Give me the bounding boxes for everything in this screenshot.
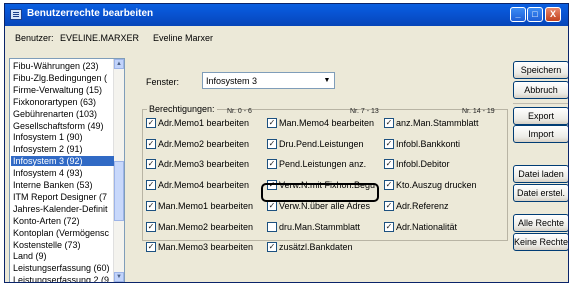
- close-button[interactable]: X: [545, 7, 561, 22]
- checkmark-icon[interactable]: ✓: [384, 159, 394, 170]
- separator: [513, 103, 568, 104]
- checkmark-icon[interactable]: ✓: [384, 138, 394, 149]
- highlight-marker: [261, 183, 379, 202]
- scroll-down-arrow-icon[interactable]: ▼: [114, 272, 124, 282]
- list-item[interactable]: Gebührenarten (103): [13, 109, 97, 119]
- load-file-button[interactable]: Datei laden: [513, 165, 568, 183]
- import-button[interactable]: Import: [513, 125, 568, 143]
- user-login: EVELINE.MARXER: [60, 33, 140, 43]
- permission-label: Adr.Memo3 bearbeiten: [158, 159, 250, 170]
- list-item[interactable]: Land (9): [13, 251, 47, 261]
- list-item[interactable]: Interne Banken (53): [13, 180, 93, 190]
- scroll-up-arrow-icon[interactable]: ▲: [114, 59, 124, 69]
- fenster-select[interactable]: Infosystem 3 ▼: [202, 72, 335, 89]
- permission-label: Man.Memo2 bearbeiten: [158, 221, 254, 232]
- permission-label: Adr.Memo1 bearbeiten: [158, 118, 250, 128]
- checkmark-icon[interactable]: ✓: [384, 118, 394, 128]
- list-item[interactable]: Fibu-Währungen (23): [13, 61, 99, 71]
- user-fullname: Eveline Marxer: [153, 33, 214, 43]
- list-scrollbar[interactable]: ▲ ▼: [113, 59, 124, 282]
- permission-label: dru.Man.Stammblatt: [279, 221, 361, 232]
- list-item[interactable]: Leistungserfassung (60): [13, 263, 110, 273]
- permission-label: anz.Man.Stammblatt: [396, 118, 479, 128]
- user-value: EVELINE.MARXER Eveline Marxer: [57, 30, 357, 45]
- range-label-2: Nr. 7 - 13: [350, 108, 379, 115]
- permission-label: zusätzl.Bankdaten: [279, 242, 353, 253]
- range-label-3: Nr. 14 - 19: [462, 108, 495, 115]
- list-item[interactable]: Fixkonorartypen (63): [13, 97, 96, 107]
- main-window: Benutzerrechte bearbeiten _ □ X Benutzer…: [4, 3, 569, 283]
- permission-label: Infobl.Debitor: [396, 159, 450, 170]
- maximize-button[interactable]: □: [527, 7, 543, 22]
- checkmark-icon[interactable]: ✓: [146, 221, 156, 232]
- permission-label: Dru.Pend.Leistungen: [279, 138, 364, 149]
- checkmark-icon[interactable]: ✓: [146, 118, 156, 128]
- save-button[interactable]: Speichern: [513, 61, 568, 79]
- permission-label: Man.Memo1 bearbeiten: [158, 200, 254, 211]
- fenster-label: Fenster:: [146, 77, 180, 87]
- create-file-button[interactable]: Datei erstel.: [513, 184, 568, 202]
- checkmark-icon[interactable]: ✓: [146, 138, 156, 149]
- export-button[interactable]: Export: [513, 107, 568, 125]
- checkmark-icon[interactable]: ✓: [267, 138, 277, 149]
- permission-label: Adr.Memo2 bearbeiten: [158, 138, 250, 149]
- list-item[interactable]: Firme-Verwaltung (15): [13, 85, 102, 95]
- permission-label: Man.Memo3 bearbeiten: [158, 242, 254, 253]
- app-icon: [10, 9, 22, 20]
- user-label: Benutzer:: [15, 33, 54, 43]
- list-item[interactable]: Infosystem 2 (91): [13, 144, 83, 154]
- cancel-button[interactable]: Abbruch: [513, 81, 568, 99]
- checkmark-icon[interactable]: ✓: [146, 159, 156, 170]
- checkmark-icon[interactable]: ✓: [146, 180, 156, 191]
- permissions-label: Berechtigungen:: [147, 104, 217, 114]
- fenster-value: Infosystem 3: [206, 76, 258, 86]
- permission-label: Adr.Referenz: [396, 200, 449, 211]
- checkmark-icon[interactable]: ✓: [384, 221, 394, 232]
- checkmark-icon[interactable]: ✓: [267, 242, 277, 253]
- list-item[interactable]: Fibu-Zlg.Bedingungen (: [13, 73, 107, 83]
- checkmark-icon[interactable]: ✓: [146, 200, 156, 211]
- list-item[interactable]: Infosystem 1 (90): [13, 132, 83, 142]
- all-rights-button[interactable]: Alle Rechte: [513, 214, 568, 232]
- list-item[interactable]: Konto-Arten (72): [13, 216, 80, 226]
- scroll-thumb[interactable]: [114, 161, 124, 221]
- permission-label: Adr.Memo4 bearbeiten: [158, 180, 250, 191]
- range-label-1: Nr. 0 - 6: [227, 108, 252, 115]
- user-row: Benutzer: EVELINE.MARXER Eveline Marxer: [5, 27, 568, 49]
- permission-label: Verw.N.über alle Adres: [279, 200, 371, 211]
- minimize-button[interactable]: _: [510, 7, 526, 22]
- permission-label: Infobl.Bankkonti: [396, 138, 461, 149]
- no-rights-button[interactable]: Keine Rechte: [513, 233, 568, 251]
- list-item[interactable]: Leistungserfassung 2 (9: [13, 275, 109, 282]
- checkmark-icon[interactable]: ✓: [384, 180, 394, 191]
- title-bar[interactable]: Benutzerrechte bearbeiten _ □ X: [5, 4, 568, 26]
- permission-label: Pend.Leistungen anz.: [279, 159, 367, 170]
- permission-label: Kto.Auszug drucken: [396, 180, 477, 191]
- checkmark-icon[interactable]: ✓: [267, 118, 277, 128]
- empty-checkbox-icon[interactable]: [267, 221, 277, 232]
- checkmark-icon[interactable]: ✓: [267, 159, 277, 170]
- dropdown-arrow-icon[interactable]: ▼: [320, 73, 334, 88]
- list-item[interactable]: Jahres-Kalender-Definit: [13, 204, 108, 214]
- permission-label: Adr.Nationalität: [396, 221, 458, 232]
- list-item[interactable]: Gesellschaftsform (49): [13, 121, 104, 131]
- checkmark-icon[interactable]: ✓: [267, 200, 277, 211]
- list-item[interactable]: ITM Report Designer (7: [13, 192, 107, 202]
- list-item[interactable]: Infosystem 4 (93): [13, 168, 83, 178]
- list-item[interactable]: Kostenstelle (73): [13, 240, 81, 250]
- window-list[interactable]: ▲ ▼ Fibu-Währungen (23) Fibu-Zlg.Bedingun…: [9, 58, 125, 282]
- checkmark-icon[interactable]: ✓: [384, 200, 394, 211]
- permission-label: Man.Memo4 bearbeiten: [279, 118, 375, 128]
- list-item[interactable]: Kontoplan (Vermögensc: [13, 228, 109, 238]
- list-item[interactable]: Infosystem 3 (92): [11, 156, 114, 167]
- checkmark-icon[interactable]: ✓: [146, 242, 156, 253]
- window-title: Benutzerrechte bearbeiten: [27, 8, 154, 19]
